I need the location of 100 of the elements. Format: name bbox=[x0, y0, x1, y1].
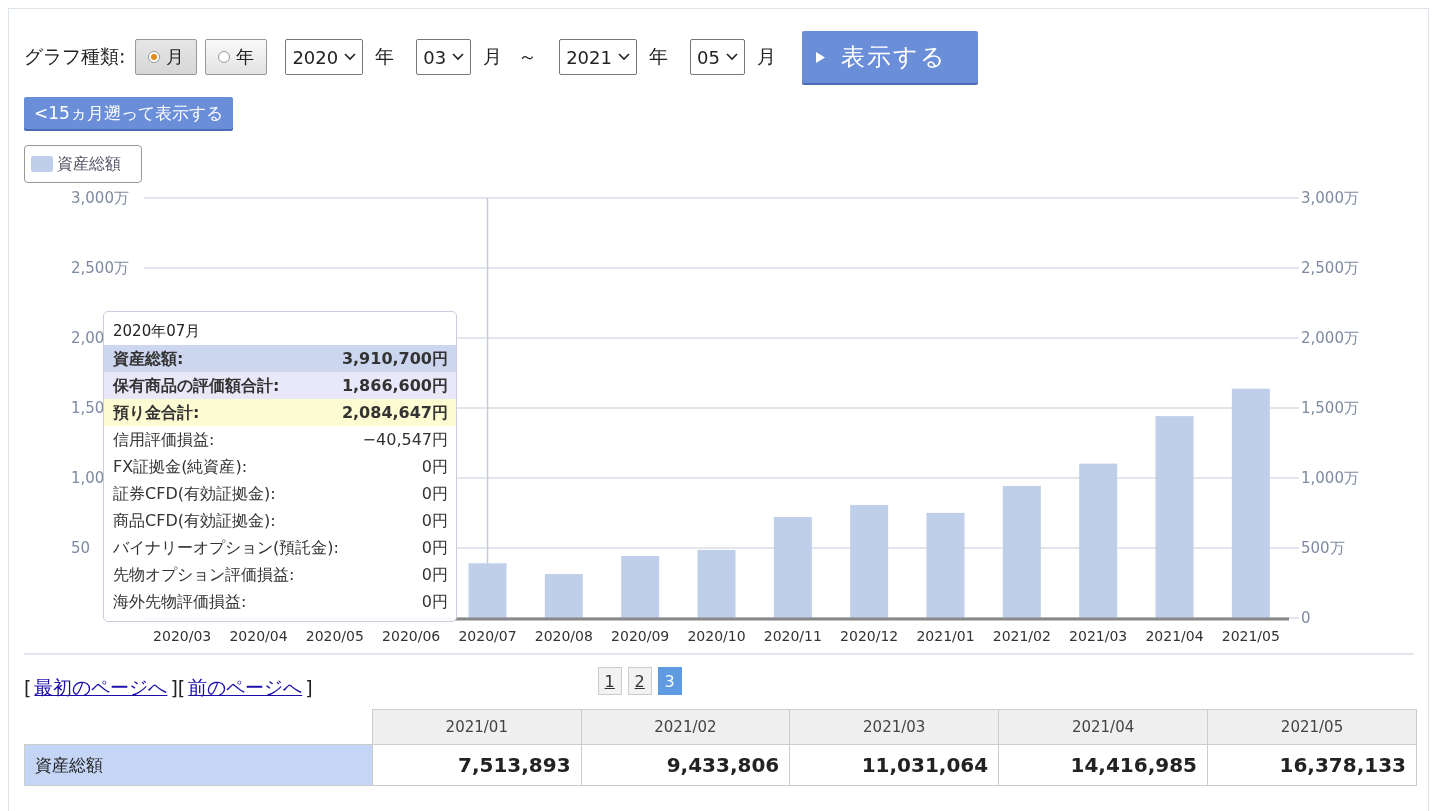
bracket: [ bbox=[177, 677, 186, 699]
axis-label: 2,00 bbox=[71, 329, 105, 347]
tooltip-label: 海外先物評価損益: bbox=[113, 591, 247, 613]
axis-label: 50 bbox=[71, 539, 91, 557]
tooltip-value: 3,910,700円 bbox=[341, 348, 448, 370]
tooltip-value: 0円 bbox=[421, 537, 448, 559]
tooltip-title: 2020年07月 bbox=[112, 322, 202, 342]
chevron-down-icon bbox=[344, 53, 357, 61]
tooltip-label: 信用評価損益: bbox=[113, 429, 215, 451]
table-cell: 16,378,133 bbox=[1207, 744, 1417, 786]
chevron-down-icon bbox=[452, 53, 465, 61]
axis-label: 2020/04 bbox=[229, 628, 288, 644]
axis-label: 2020/03 bbox=[153, 628, 212, 644]
axis-label: 0 bbox=[1301, 609, 1311, 627]
tooltip-value: 0円 bbox=[421, 591, 448, 613]
graph-type-label: グラフ種類: bbox=[24, 44, 126, 69]
axis-label: 1,00 bbox=[71, 469, 105, 487]
bar[interactable] bbox=[926, 512, 965, 618]
table-cell: 9,433,806 bbox=[581, 744, 790, 786]
date-select[interactable]: 03 bbox=[416, 39, 472, 75]
tooltip-label: 資産総額: bbox=[113, 348, 184, 370]
tooltip-label: バイナリーオプション(預託金): bbox=[113, 537, 339, 559]
tooltip-label: 商品CFD(有効証拠金): bbox=[113, 510, 276, 532]
bar[interactable] bbox=[544, 574, 583, 618]
bar[interactable] bbox=[697, 549, 736, 618]
column-header: 2021/04 bbox=[998, 709, 1208, 745]
graph-type-radio[interactable]: 月 bbox=[135, 39, 198, 75]
table-cell: 11,031,064 bbox=[789, 744, 999, 786]
axis-label: 2020/07 bbox=[458, 628, 517, 644]
date-select[interactable]: 2020 bbox=[285, 39, 364, 75]
date-unit-label: 月 bbox=[483, 44, 503, 69]
bar[interactable] bbox=[1231, 388, 1270, 618]
column-header: 2021/02 bbox=[581, 709, 790, 745]
axis-label: 3,000万 bbox=[71, 189, 129, 207]
legend-label: 資産総額 bbox=[57, 153, 121, 175]
axis-label: 2,000万 bbox=[1301, 329, 1359, 347]
radio-icon bbox=[148, 51, 161, 63]
bar[interactable] bbox=[850, 505, 889, 618]
axis-label: 1,50 bbox=[71, 399, 105, 417]
row-header: 資産総額 bbox=[24, 744, 373, 786]
tooltip-label: 証券CFD(有効証拠金): bbox=[113, 483, 276, 505]
axis-label: 2020/06 bbox=[382, 628, 441, 644]
graph-type-radio[interactable]: 年 bbox=[205, 39, 268, 75]
axis-label: 2020/09 bbox=[611, 628, 670, 644]
bar[interactable] bbox=[1002, 486, 1041, 618]
date-unit-label: 月 bbox=[756, 44, 776, 69]
bar[interactable] bbox=[468, 563, 507, 618]
tooltip-value: 0円 bbox=[421, 483, 448, 505]
axis-label: 2020/12 bbox=[840, 628, 899, 644]
nav-link[interactable]: 最初のページへ bbox=[31, 675, 171, 701]
bar[interactable] bbox=[773, 517, 812, 618]
tooltip-value: 0円 bbox=[421, 510, 448, 532]
axis-label: 2020/11 bbox=[763, 628, 822, 644]
axis-label: 2020/05 bbox=[305, 628, 364, 644]
tooltip-value: 1,866,600円 bbox=[341, 375, 448, 397]
tooltip-value: 0円 bbox=[421, 564, 448, 586]
date-unit-label: 年 bbox=[648, 44, 668, 69]
axis-label: 2021/04 bbox=[1145, 628, 1204, 644]
tooltip-value: −40,547円 bbox=[362, 429, 448, 451]
chevron-down-icon bbox=[617, 53, 630, 61]
column-header: 2021/01 bbox=[372, 709, 582, 745]
date-select[interactable]: 05 bbox=[689, 39, 745, 75]
tooltip-label: 預り金合計: bbox=[113, 402, 200, 424]
nav-link[interactable]: 前のページへ bbox=[185, 675, 306, 701]
bracket: ] bbox=[170, 677, 178, 699]
page-link[interactable]: 1 bbox=[597, 667, 622, 695]
bar[interactable] bbox=[621, 556, 660, 618]
axis-label: 2021/03 bbox=[1069, 628, 1128, 644]
axis-label: 2021/05 bbox=[1221, 628, 1280, 644]
column-header: 2021/05 bbox=[1207, 709, 1417, 745]
table-cell: 14,416,985 bbox=[998, 744, 1208, 786]
axis-label: 2,500万 bbox=[1301, 259, 1359, 277]
bar[interactable] bbox=[1155, 416, 1194, 618]
column-header: 2021/03 bbox=[789, 709, 999, 745]
axis-label: 1,000万 bbox=[1301, 469, 1359, 487]
page-link[interactable]: 2 bbox=[627, 667, 652, 695]
axis-label: 3,000万 bbox=[1301, 189, 1359, 207]
play-icon bbox=[815, 51, 825, 63]
legend[interactable]: 資産総額 bbox=[24, 145, 142, 183]
axis-label: 2021/02 bbox=[992, 628, 1051, 644]
axis-label: 1,500万 bbox=[1301, 399, 1359, 417]
axis-label: 500万 bbox=[1301, 539, 1345, 557]
bracket: [ bbox=[24, 677, 32, 699]
axis-label: 2,500万 bbox=[71, 259, 129, 277]
bar[interactable] bbox=[1079, 463, 1118, 618]
chevron-down-icon bbox=[725, 53, 738, 61]
tooltip-label: FX証拠金(純資産): bbox=[113, 456, 248, 478]
axis-label: 2020/08 bbox=[534, 628, 593, 644]
date-unit-label: 年 bbox=[375, 44, 395, 69]
tooltip-label: 保有商品の評価額合計: bbox=[113, 375, 280, 397]
radio-icon bbox=[218, 51, 231, 63]
tooltip-value: 2,084,647円 bbox=[341, 402, 448, 424]
tooltip-value: 0円 bbox=[421, 456, 448, 478]
axis-label: 2020/10 bbox=[687, 628, 746, 644]
bracket: ] bbox=[305, 677, 313, 699]
date-select[interactable]: 2021 bbox=[559, 39, 637, 75]
axis-label: 2021/01 bbox=[916, 628, 975, 644]
date-unit-label: ～ bbox=[518, 44, 538, 69]
tooltip-label: 先物オプション評価損益: bbox=[113, 564, 295, 586]
table-cell: 7,513,893 bbox=[372, 744, 582, 786]
